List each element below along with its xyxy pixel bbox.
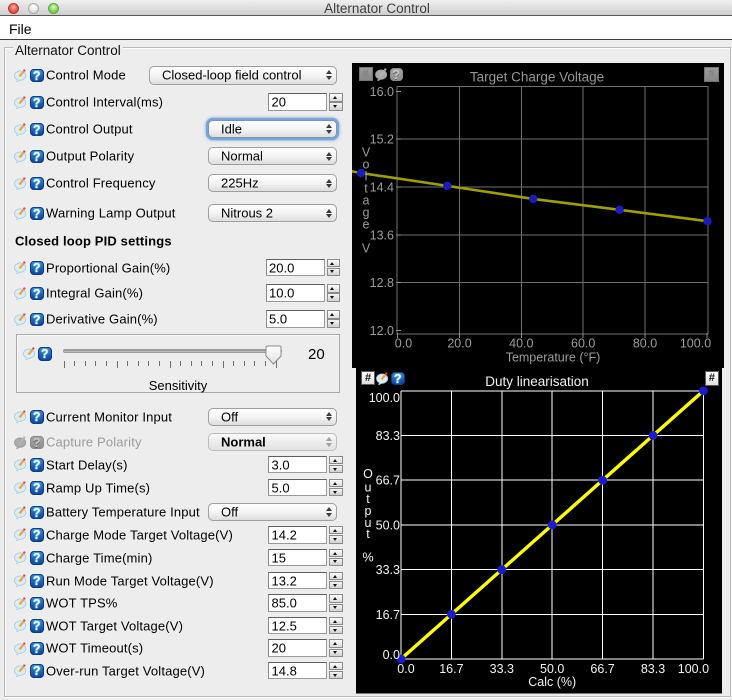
svg-text:0.0: 0.0 (383, 648, 400, 662)
svg-text:16.7: 16.7 (439, 662, 463, 676)
svg-text:12.0: 12.0 (370, 324, 394, 338)
svg-text:80.0: 80.0 (633, 337, 657, 351)
svg-text:V: V (362, 242, 371, 256)
svg-text:e: e (363, 218, 370, 232)
svg-text:20.0: 20.0 (447, 337, 471, 351)
svg-text:33.3: 33.3 (490, 662, 514, 676)
svg-text:83.3: 83.3 (376, 429, 400, 443)
svg-text:%: % (362, 550, 373, 564)
svg-text:60.0: 60.0 (571, 337, 595, 351)
svg-text:66.7: 66.7 (590, 662, 614, 676)
svg-text:Calc (%): Calc (%) (528, 675, 576, 689)
svg-text:Target Charge Voltage: Target Charge Voltage (470, 70, 604, 85)
svg-text:16.0: 16.0 (370, 85, 394, 99)
svg-text:0.0: 0.0 (397, 662, 414, 676)
svg-text:40.0: 40.0 (509, 337, 533, 351)
svg-text:33.3: 33.3 (376, 563, 400, 577)
svg-text:12.8: 12.8 (370, 276, 394, 290)
svg-text:13.6: 13.6 (370, 228, 394, 242)
svg-text:83.3: 83.3 (641, 662, 665, 676)
svg-text:16.7: 16.7 (376, 608, 400, 622)
svg-text:Temperature (°F): Temperature (°F) (506, 351, 601, 365)
svg-text:100.0: 100.0 (369, 391, 400, 405)
svg-text:O: O (363, 467, 373, 481)
svg-text:0.0: 0.0 (395, 337, 412, 351)
svg-text:100.0: 100.0 (680, 337, 711, 351)
svg-text:Duty linearisation: Duty linearisation (485, 374, 589, 389)
svg-text:50.0: 50.0 (376, 518, 400, 532)
svg-text:15.2: 15.2 (370, 133, 394, 147)
svg-text:t: t (366, 527, 370, 541)
svg-text:100.0: 100.0 (678, 662, 709, 676)
svg-text:14.4: 14.4 (370, 181, 394, 195)
svg-text:66.7: 66.7 (376, 474, 400, 488)
